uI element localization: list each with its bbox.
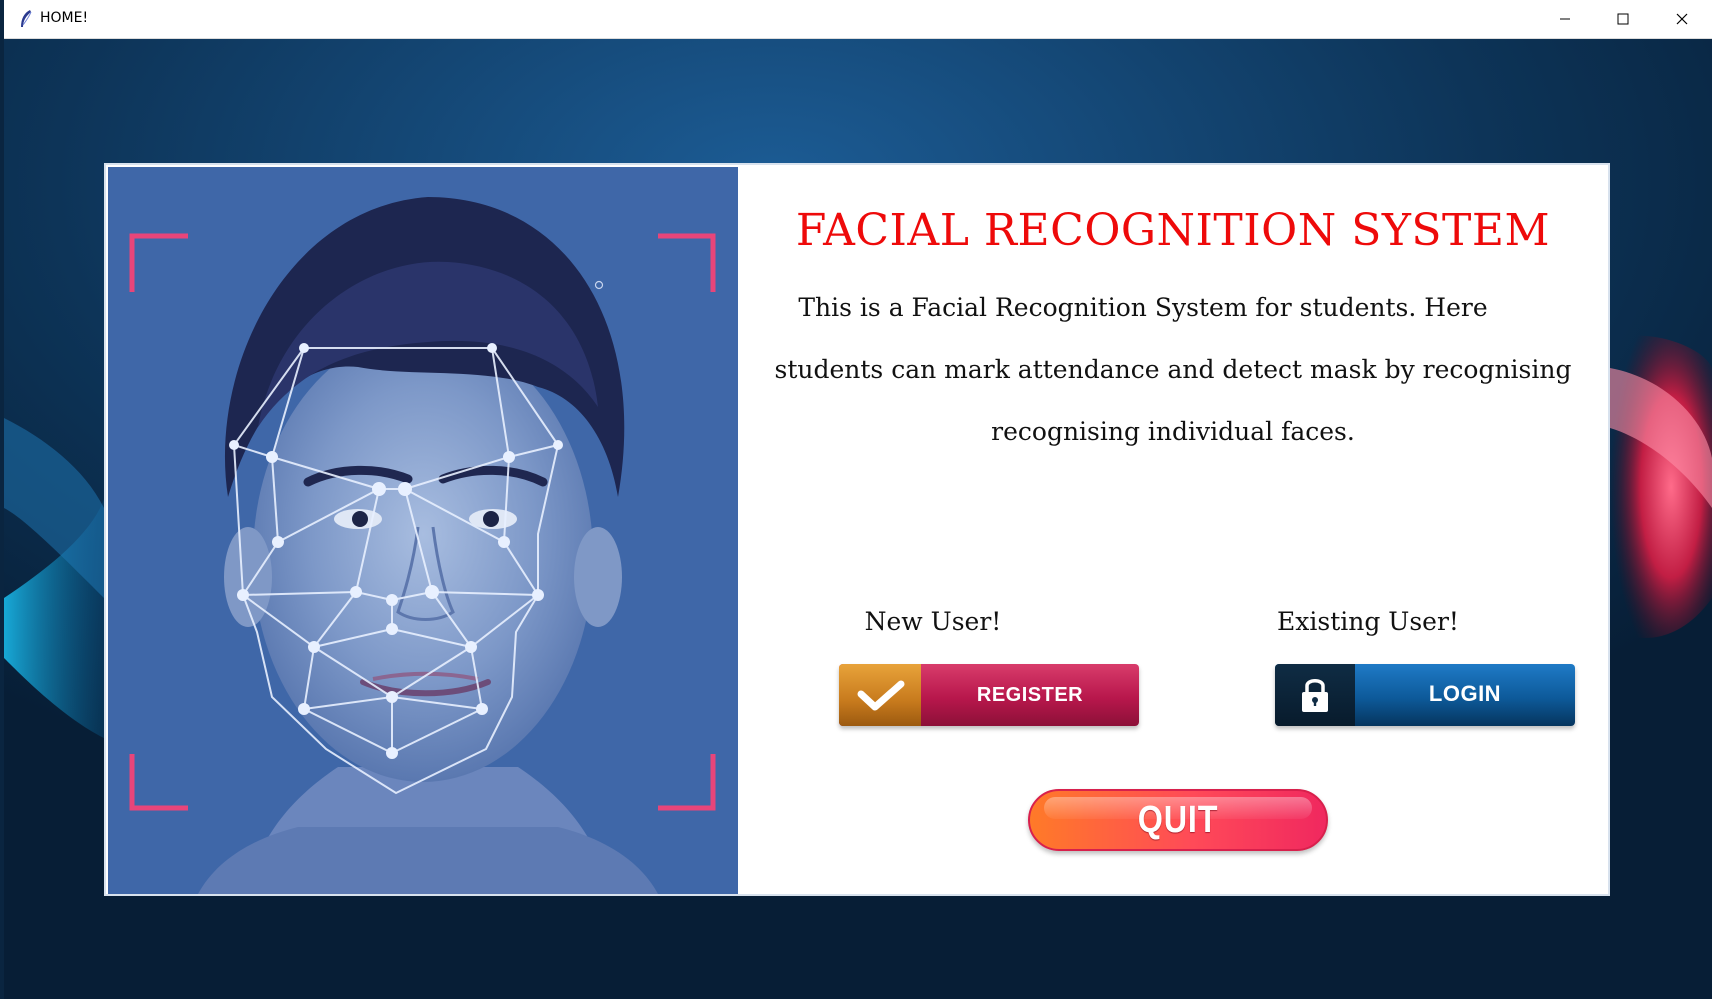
home-card: FACIAL RECOGNITION SYSTEM This is a Faci… bbox=[104, 163, 1610, 896]
maximize-icon bbox=[1617, 13, 1629, 25]
face-scan-image bbox=[108, 167, 738, 894]
quit-button[interactable]: QUIT bbox=[1028, 789, 1328, 851]
new-user-label: New User! bbox=[864, 607, 1002, 636]
description-line-1: This is a Facial Recognition System for … bbox=[798, 293, 1488, 322]
checkmark-icon bbox=[857, 680, 905, 711]
quit-button-label: QUIT bbox=[1137, 799, 1219, 841]
minimize-icon bbox=[1560, 18, 1570, 20]
login-lock-segment bbox=[1275, 664, 1355, 726]
register-check-segment bbox=[839, 664, 921, 726]
minimize-button[interactable] bbox=[1536, 0, 1594, 38]
description-line-3: recognising individual faces. bbox=[991, 417, 1355, 446]
app-window: HOME! FACIAL RECOGNITION SYSTEM This is … bbox=[4, 0, 1712, 999]
content-panel: FACIAL RECOGNITION SYSTEM This is a Faci… bbox=[738, 165, 1608, 894]
existing-user-label: Existing User! bbox=[1277, 607, 1459, 636]
feather-icon bbox=[21, 10, 32, 27]
close-button[interactable] bbox=[1653, 0, 1711, 38]
description-line-2: students can mark attendance and detect … bbox=[774, 355, 1572, 384]
register-button-label: REGISTER bbox=[976, 684, 1084, 706]
window-title: HOME! bbox=[40, 10, 89, 26]
close-icon bbox=[1676, 13, 1688, 25]
maximize-button[interactable] bbox=[1594, 0, 1652, 38]
login-button[interactable]: LOGIN bbox=[1275, 664, 1575, 726]
page-title: FACIAL RECOGNITION SYSTEM bbox=[795, 205, 1551, 256]
lock-icon bbox=[1302, 679, 1328, 712]
title-bar: HOME! bbox=[4, 0, 1712, 39]
login-button-label: LOGIN bbox=[1428, 681, 1502, 706]
register-button[interactable]: REGISTER bbox=[839, 664, 1139, 726]
face-illustration bbox=[108, 167, 738, 894]
